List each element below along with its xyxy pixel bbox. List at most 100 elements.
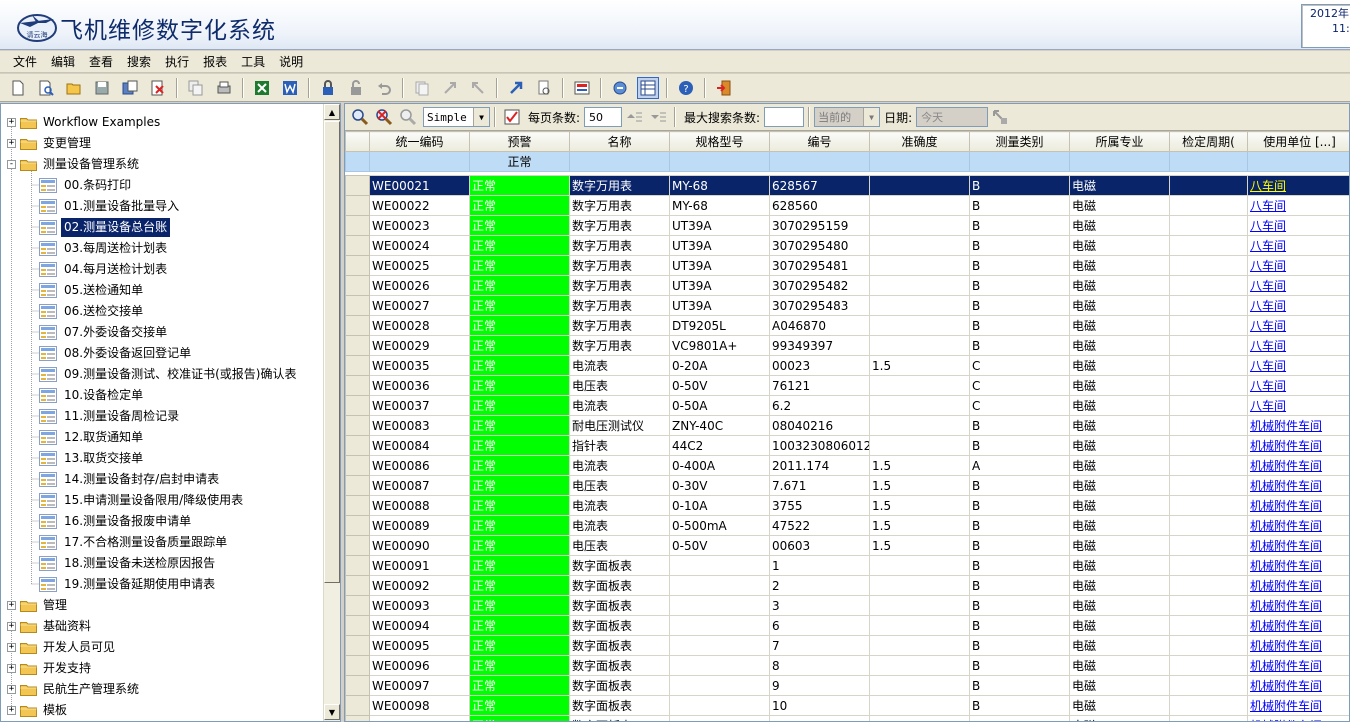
filter-cell[interactable] [1069,151,1170,172]
table-cell[interactable] [869,555,970,576]
table-cell[interactable] [869,595,970,616]
table-cell[interactable] [1169,475,1248,496]
table-cell[interactable]: 电磁 [1069,395,1170,416]
row-indicator[interactable] [345,395,370,416]
table-cell[interactable]: 1.5 [869,455,970,476]
column-header[interactable]: 名称 [569,131,670,152]
warning-cell[interactable]: 正常 [469,515,570,536]
tree-expander-icon[interactable]: + [7,684,16,694]
table-cell[interactable] [869,315,970,336]
table-cell[interactable]: 电磁 [1069,195,1170,216]
table-row[interactable]: WE00035 正常 电流表 0-20A 00023 1.5 C 电磁 八车间 [345,355,1349,376]
table-row[interactable]: WE00028 正常 数字万用表 DT9205L A046870 B 电磁 八车间 [345,315,1349,336]
table-cell[interactable]: B [969,175,1070,196]
table-cell[interactable]: 电磁 [1069,295,1170,316]
unit-link[interactable]: 机械附件车间 [1247,615,1349,636]
table-cell[interactable]: 电磁 [1069,275,1170,296]
table-cell[interactable] [1169,335,1248,356]
table-row[interactable]: WE00083 正常 耐电压测试仪 ZNY-40C 08040216 B 电磁 机械附件车间 [345,415,1349,436]
unit-link[interactable]: 八车间 [1247,375,1349,396]
table-cell[interactable]: 数字万用表 [569,195,670,216]
lock-icon[interactable] [317,77,339,99]
table-cell[interactable] [869,175,970,196]
row-indicator[interactable] [345,455,370,476]
table-cell[interactable]: 电磁 [1069,175,1170,196]
table-cell[interactable]: 数字万用表 [569,295,670,316]
warning-cell[interactable]: 正常 [469,635,570,656]
table-cell[interactable]: 2011.174 [769,455,870,476]
table-cell[interactable]: 电流表 [569,355,670,376]
tree-leaf-item[interactable]: 19.测量设备延期使用申请表 [39,574,218,594]
table-cell[interactable]: 0-500mA [669,515,770,536]
warning-cell[interactable]: 正常 [469,675,570,696]
table-row[interactable]: WE00023 正常 数字万用表 UT39A 3070295159 B 电磁 八车间 [345,215,1349,236]
table-cell[interactable]: WE00083 [369,415,470,436]
unit-link[interactable]: 机械附件车间 [1247,495,1349,516]
row-indicator[interactable] [345,215,370,236]
table-cell[interactable] [669,655,770,676]
table-cell[interactable] [869,275,970,296]
unit-link[interactable]: 机械附件车间 [1247,715,1349,721]
table-cell[interactable]: 2 [769,575,870,596]
search-icon[interactable] [350,107,370,127]
table-cell[interactable]: WE00098 [369,695,470,716]
filter-cell[interactable] [869,151,970,172]
max-search-input[interactable] [764,107,805,127]
row-indicator[interactable] [345,175,370,196]
table-cell[interactable]: 电流表 [569,515,670,536]
table-cell[interactable] [869,395,970,416]
column-header[interactable]: 统一编码 [369,131,470,152]
tree-leaf-item[interactable]: 00.条码打印 [39,175,134,195]
table-cell[interactable] [669,715,770,721]
table-cell[interactable]: UT39A [669,275,770,296]
column-header[interactable]: 所属专业 [1069,131,1170,152]
table-cell[interactable]: 1.5 [869,515,970,536]
filter-cell[interactable] [969,151,1070,172]
unit-link[interactable]: 八车间 [1247,275,1349,296]
tree-expander-icon[interactable]: + [7,117,16,127]
tree-leaf-item[interactable]: 18.测量设备未送检原因报告 [39,553,218,573]
table-cell[interactable]: WE00094 [369,615,470,636]
unit-link[interactable]: 机械附件车间 [1247,595,1349,616]
unit-link[interactable]: 八车间 [1247,255,1349,276]
row-indicator[interactable] [345,195,370,216]
table-cell[interactable]: UT39A [669,215,770,236]
exit-icon[interactable] [713,77,735,99]
warning-cell[interactable]: 正常 [469,535,570,556]
table-cell[interactable]: 数字万用表 [569,215,670,236]
table-cell[interactable]: 8 [769,655,870,676]
column-header[interactable]: 检定周期( [1169,131,1248,152]
table-cell[interactable] [669,695,770,716]
table-cell[interactable]: 指针表 [569,435,670,456]
table-cell[interactable]: 00023 [769,355,870,376]
date-input[interactable]: 今天 [916,107,989,127]
warning-cell[interactable]: 正常 [469,715,570,721]
table-cell[interactable]: 628567 [769,175,870,196]
tree-node[interactable]: + 开发支持 [7,658,94,678]
table-cell[interactable]: 0-50V [669,535,770,556]
table-cell[interactable] [869,415,970,436]
unit-link[interactable]: 机械附件车间 [1247,435,1349,456]
table-cell[interactable]: B [969,235,1070,256]
table-cell[interactable]: 76121 [769,375,870,396]
table-row[interactable]: WE00087 正常 电压表 0-30V 7.671 1.5 B 电磁 机械附件车间 [345,475,1349,496]
table-cell[interactable] [669,615,770,636]
table-cell[interactable]: 数字面板表 [569,675,670,696]
tree-leaf-item[interactable]: 11.测量设备周检记录 [39,406,182,426]
table-cell[interactable]: WE00093 [369,595,470,616]
back-icon[interactable] [467,77,489,99]
tree-leaf-item[interactable]: 09.测量设备测试、校准证书(或报告)确认表 [39,364,299,384]
table-cell[interactable]: 电磁 [1069,335,1170,356]
table-row[interactable]: WE00036 正常 电压表 0-50V 76121 C 电磁 八车间 [345,375,1349,396]
table-cell[interactable]: 08040216 [769,415,870,436]
row-indicator[interactable] [345,595,370,616]
table-cell[interactable] [869,615,970,636]
warning-cell[interactable]: 正常 [469,575,570,596]
date-picker-icon[interactable] [990,107,1010,127]
table-cell[interactable]: 电压表 [569,535,670,556]
table-cell[interactable] [1169,555,1248,576]
unit-link[interactable]: 机械附件车间 [1247,515,1349,536]
row-indicator[interactable] [345,515,370,536]
unit-link[interactable]: 八车间 [1247,315,1349,336]
table-row[interactable]: WE00094 正常 数字面板表 6 B 电磁 机械附件车间 [345,615,1349,636]
